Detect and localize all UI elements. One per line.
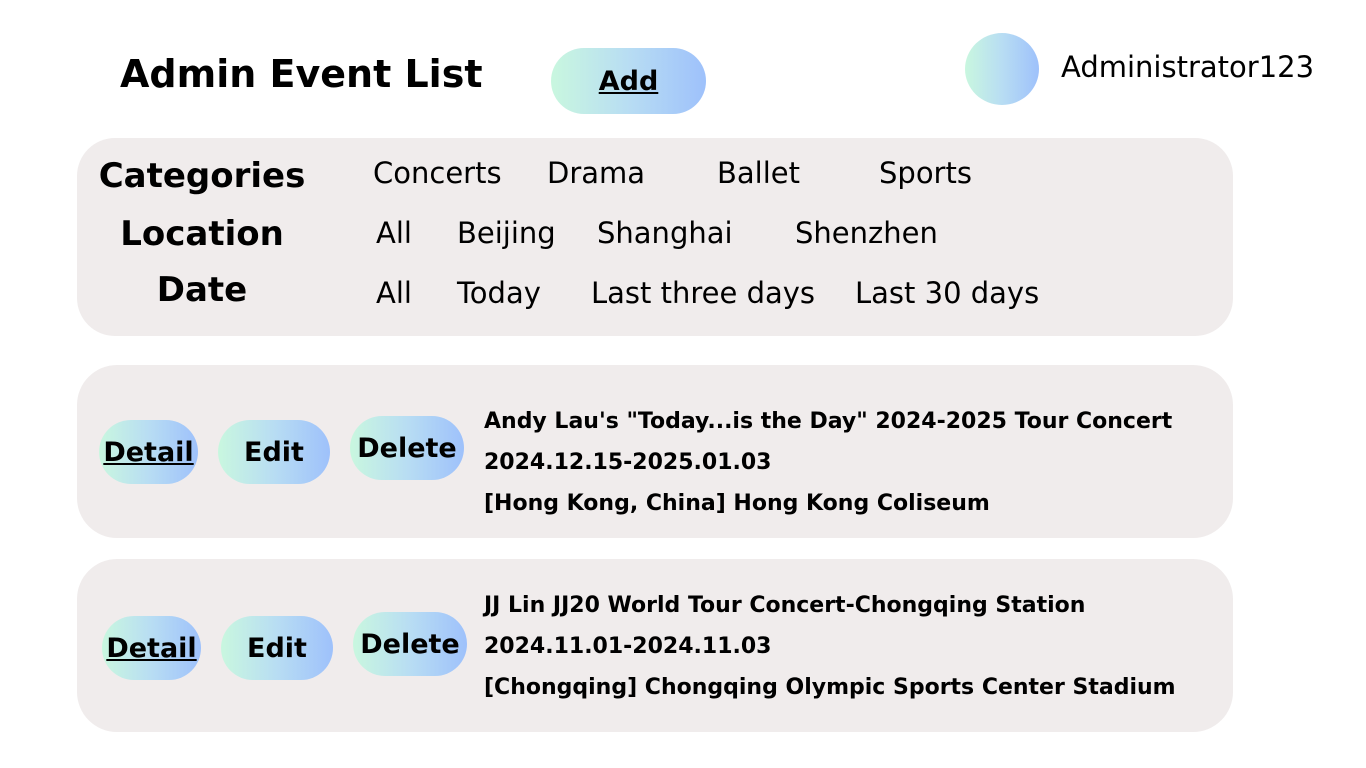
filter-panel: Categories Location Date Concerts Drama …	[77, 138, 1233, 336]
event-dates: 2024.11.01-2024.11.03	[484, 634, 772, 659]
location-option-shenzhen[interactable]: Shenzhen	[795, 216, 938, 250]
edit-button[interactable]: Edit	[221, 616, 333, 680]
category-option-concerts[interactable]: Concerts	[373, 156, 502, 190]
edit-button[interactable]: Edit	[218, 420, 330, 484]
date-option-last-30-days[interactable]: Last 30 days	[855, 276, 1039, 310]
category-option-sports[interactable]: Sports	[879, 156, 972, 190]
event-venue: [Chongqing] Chongqing Olympic Sports Cen…	[484, 675, 1176, 700]
detail-button[interactable]: Detail	[102, 616, 201, 680]
page-title: Admin Event List	[120, 52, 483, 96]
event-venue: [Hong Kong, China] Hong Kong Coliseum	[484, 491, 990, 516]
event-card: Detail Edit Delete JJ Lin JJ20 World Tou…	[77, 559, 1233, 732]
username: Administrator123	[1061, 50, 1315, 84]
location-option-beijing[interactable]: Beijing	[457, 216, 556, 250]
event-title: Andy Lau's "Today...is the Day" 2024-202…	[484, 409, 1173, 434]
event-card: Detail Edit Delete Andy Lau's "Today...i…	[77, 365, 1233, 538]
location-option-shanghai[interactable]: Shanghai	[597, 216, 733, 250]
add-button[interactable]: Add	[551, 48, 706, 114]
date-option-last-three-days[interactable]: Last three days	[591, 276, 815, 310]
date-option-all[interactable]: All	[376, 276, 412, 310]
delete-button[interactable]: Delete	[353, 612, 467, 676]
admin-event-list-page: Admin Event List Add Administrator123 Ca…	[0, 0, 1366, 768]
detail-button[interactable]: Detail	[99, 420, 198, 484]
category-option-drama[interactable]: Drama	[547, 156, 645, 190]
categories-label: Categories	[98, 156, 306, 196]
avatar[interactable]	[965, 33, 1039, 105]
date-option-today[interactable]: Today	[457, 276, 541, 310]
event-title: JJ Lin JJ20 World Tour Concert-Chongqing…	[484, 593, 1086, 618]
location-label: Location	[120, 214, 284, 254]
delete-button[interactable]: Delete	[350, 416, 464, 480]
date-label: Date	[156, 270, 248, 310]
category-option-ballet[interactable]: Ballet	[717, 156, 800, 190]
event-dates: 2024.12.15-2025.01.03	[484, 450, 772, 475]
location-option-all[interactable]: All	[376, 216, 412, 250]
